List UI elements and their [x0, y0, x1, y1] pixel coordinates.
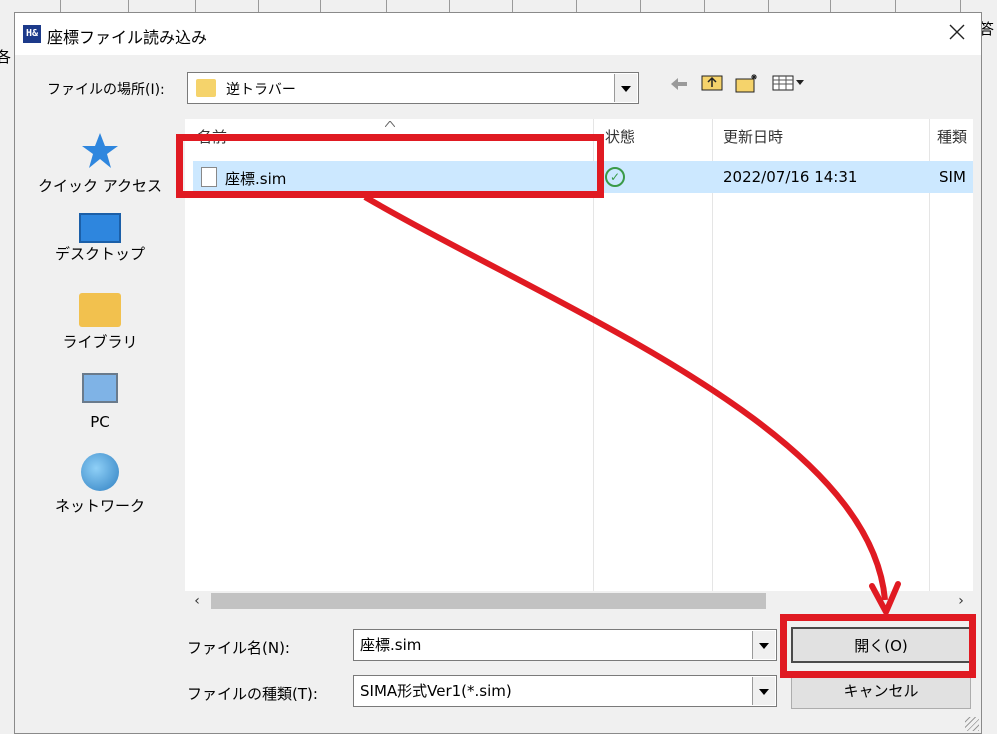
annotation-arrow	[363, 194, 901, 615]
